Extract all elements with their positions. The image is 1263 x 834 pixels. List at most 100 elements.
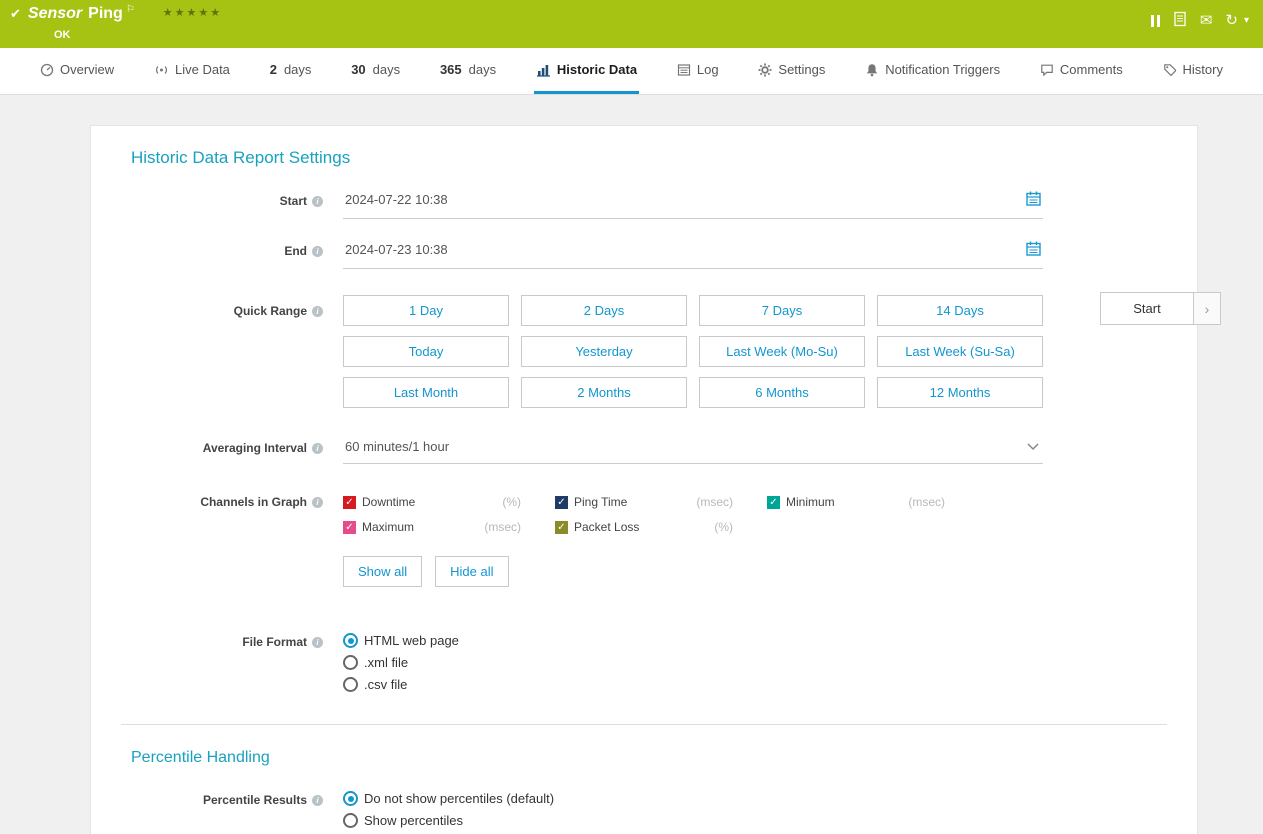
tab-overview[interactable]: Overview [38,48,116,94]
flag-icon[interactable]: ⚐ [126,5,135,15]
channel-minimum[interactable]: Minimum (msec) [767,495,979,509]
percentile-do-not-show[interactable]: Do not show percentiles (default) [343,791,1043,806]
quick-range-6-months[interactable]: 6 Months [699,377,865,408]
refresh-icon[interactable]: ↻ [1225,13,1238,28]
channel-maximum[interactable]: Maximum (msec) [343,520,555,534]
averaging-interval-select[interactable]: 60 minutes/1 hour [343,437,1043,464]
channel-name: Minimum [786,495,835,509]
file-format-options: HTML web page .xml file .csv file [343,631,1043,692]
header-actions: ✉ ↻ ▾ [1151,5,1249,30]
gear-icon [758,63,772,77]
info-icon[interactable] [312,497,323,508]
radio-icon[interactable] [343,791,358,806]
bell-icon [865,63,879,77]
info-icon[interactable] [312,795,323,806]
checkbox-minimum[interactable] [767,496,780,509]
tab-365-days[interactable]: 365 days [438,48,498,94]
file-format-html[interactable]: HTML web page [343,633,1043,648]
radio-icon[interactable] [343,655,358,670]
tab-live-data[interactable]: Live Data [152,48,232,94]
start-report-button[interactable]: Start [1100,292,1194,325]
averaging-interval-label: Averaging Interval [203,441,307,455]
radio-icon[interactable] [343,813,358,828]
start-date-field[interactable]: 2024-07-22 10:38 [343,190,1043,219]
radio-icon[interactable] [343,677,358,692]
priority-stars[interactable]: ★★★★★ [163,5,222,20]
info-icon[interactable] [312,196,323,207]
checkbox-packet-loss[interactable] [555,521,568,534]
quick-range-today[interactable]: Today [343,336,509,367]
averaging-interval-value: 60 minutes/1 hour [345,439,449,454]
quick-range-14-days[interactable]: 14 Days [877,295,1043,326]
show-all-button[interactable]: Show all [343,556,422,587]
quick-range-yesterday[interactable]: Yesterday [521,336,687,367]
channel-downtime[interactable]: Downtime (%) [343,495,555,509]
channel-unit: (msec) [696,495,733,509]
quick-range-2-months[interactable]: 2 Months [521,377,687,408]
quick-range-12-months[interactable]: 12 Months [877,377,1043,408]
end-date-field[interactable]: 2024-07-23 10:38 [343,240,1043,269]
hide-all-button[interactable]: Hide all [435,556,508,587]
quick-range-last-week-mo-su[interactable]: Last Week (Mo-Su) [699,336,865,367]
quick-range-last-week-su-sa[interactable]: Last Week (Su-Sa) [877,336,1043,367]
gauge-icon [40,63,54,77]
calendar-icon[interactable] [1026,191,1041,209]
tab-log[interactable]: Log [675,48,721,94]
end-label: End [284,244,307,258]
comment-icon [1040,63,1054,77]
info-icon[interactable] [312,637,323,648]
email-icon[interactable]: ✉ [1200,13,1213,28]
tab-historic-data[interactable]: Historic Data [534,48,639,94]
report-icon[interactable] [1173,11,1187,30]
percentile-show[interactable]: Show percentiles [343,813,1043,828]
start-report-arrow[interactable]: › [1194,292,1221,325]
info-icon[interactable] [312,443,323,454]
tab-history[interactable]: History [1161,48,1225,94]
pause-icon[interactable] [1151,15,1160,27]
quick-range-row: Quick Range 1 Day 2 Days 7 Days 14 Days … [131,295,1167,408]
quick-range-2-days[interactable]: 2 Days [521,295,687,326]
file-format-row: File Format HTML web page .xml file .csv… [131,631,1167,692]
channel-buttons: Show all Hide all [343,556,1043,587]
channel-name: Ping Time [574,495,627,509]
channel-packet-loss[interactable]: Packet Loss (%) [555,520,767,534]
sensor-title-block: ✔ Sensor Ping ⚐ ★★★★★ OK [10,5,222,42]
sensor-type-label: Sensor [28,5,82,23]
quick-range-7-days[interactable]: 7 Days [699,295,865,326]
percentile-title: Percentile Handling [131,749,1167,767]
tab-notification-triggers[interactable]: Notification Triggers [863,48,1002,94]
calendar-icon[interactable] [1026,241,1041,259]
start-label: Start [280,194,307,208]
file-format-xml[interactable]: .xml file [343,655,1043,670]
signal-icon [154,63,169,77]
tab-2-days[interactable]: 2 days [268,48,314,94]
channel-ping-time[interactable]: Ping Time (msec) [555,495,767,509]
tab-30-days[interactable]: 30 days [349,48,402,94]
quick-range-grid: 1 Day 2 Days 7 Days 14 Days Today Yester… [343,295,1043,408]
quick-range-last-month[interactable]: Last Month [343,377,509,408]
status-ok-icon: ✔ [10,7,21,22]
file-format-csv[interactable]: .csv file [343,677,1043,692]
page-title: Historic Data Report Settings [131,148,1167,168]
checkbox-downtime[interactable] [343,496,356,509]
sensor-name: Ping [88,5,123,23]
sensor-tabbar: Overview Live Data 2 days 30 days 365 da… [0,48,1263,95]
chevron-down-icon [1027,439,1039,454]
tab-comments[interactable]: Comments [1038,48,1125,94]
chevron-down-icon[interactable]: ▾ [1244,15,1249,26]
quick-range-1-day[interactable]: 1 Day [343,295,509,326]
checkbox-ping-time[interactable] [555,496,568,509]
end-row: End 2024-07-23 10:38 [131,240,1167,269]
checkbox-maximum[interactable] [343,521,356,534]
radio-icon[interactable] [343,633,358,648]
channel-unit: (%) [714,520,733,534]
channel-unit: (%) [502,495,521,509]
start-flow-group: Start › [1100,292,1221,325]
info-icon[interactable] [312,306,323,317]
channel-name: Downtime [362,495,415,509]
info-icon[interactable] [312,246,323,257]
tab-settings[interactable]: Settings [756,48,827,94]
page-content: Start › Historic Data Report Settings St… [0,95,1263,834]
historic-data-card: Historic Data Report Settings Start 2024… [90,125,1198,834]
start-date-value: 2024-07-22 10:38 [345,192,448,207]
